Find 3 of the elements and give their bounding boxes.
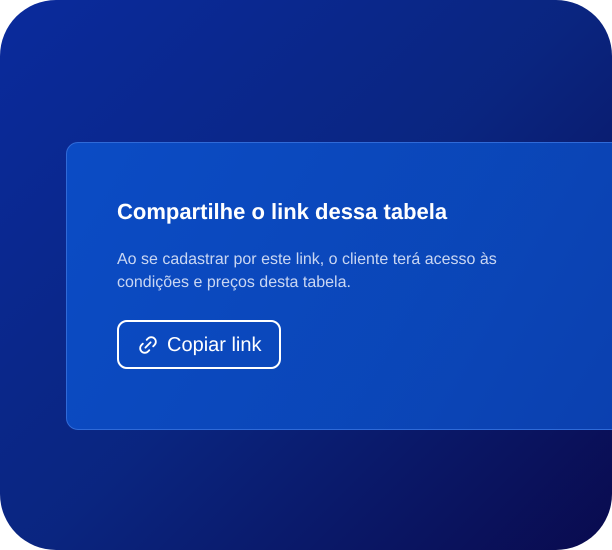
copy-link-button[interactable]: Copiar link — [117, 320, 282, 369]
card-description: Ao se cadastrar por este link, o cliente terá acesso às condições e preços desta tabela. — [117, 250, 498, 293]
card-title: Compartilhe o link dessa tabela — [117, 198, 448, 226]
